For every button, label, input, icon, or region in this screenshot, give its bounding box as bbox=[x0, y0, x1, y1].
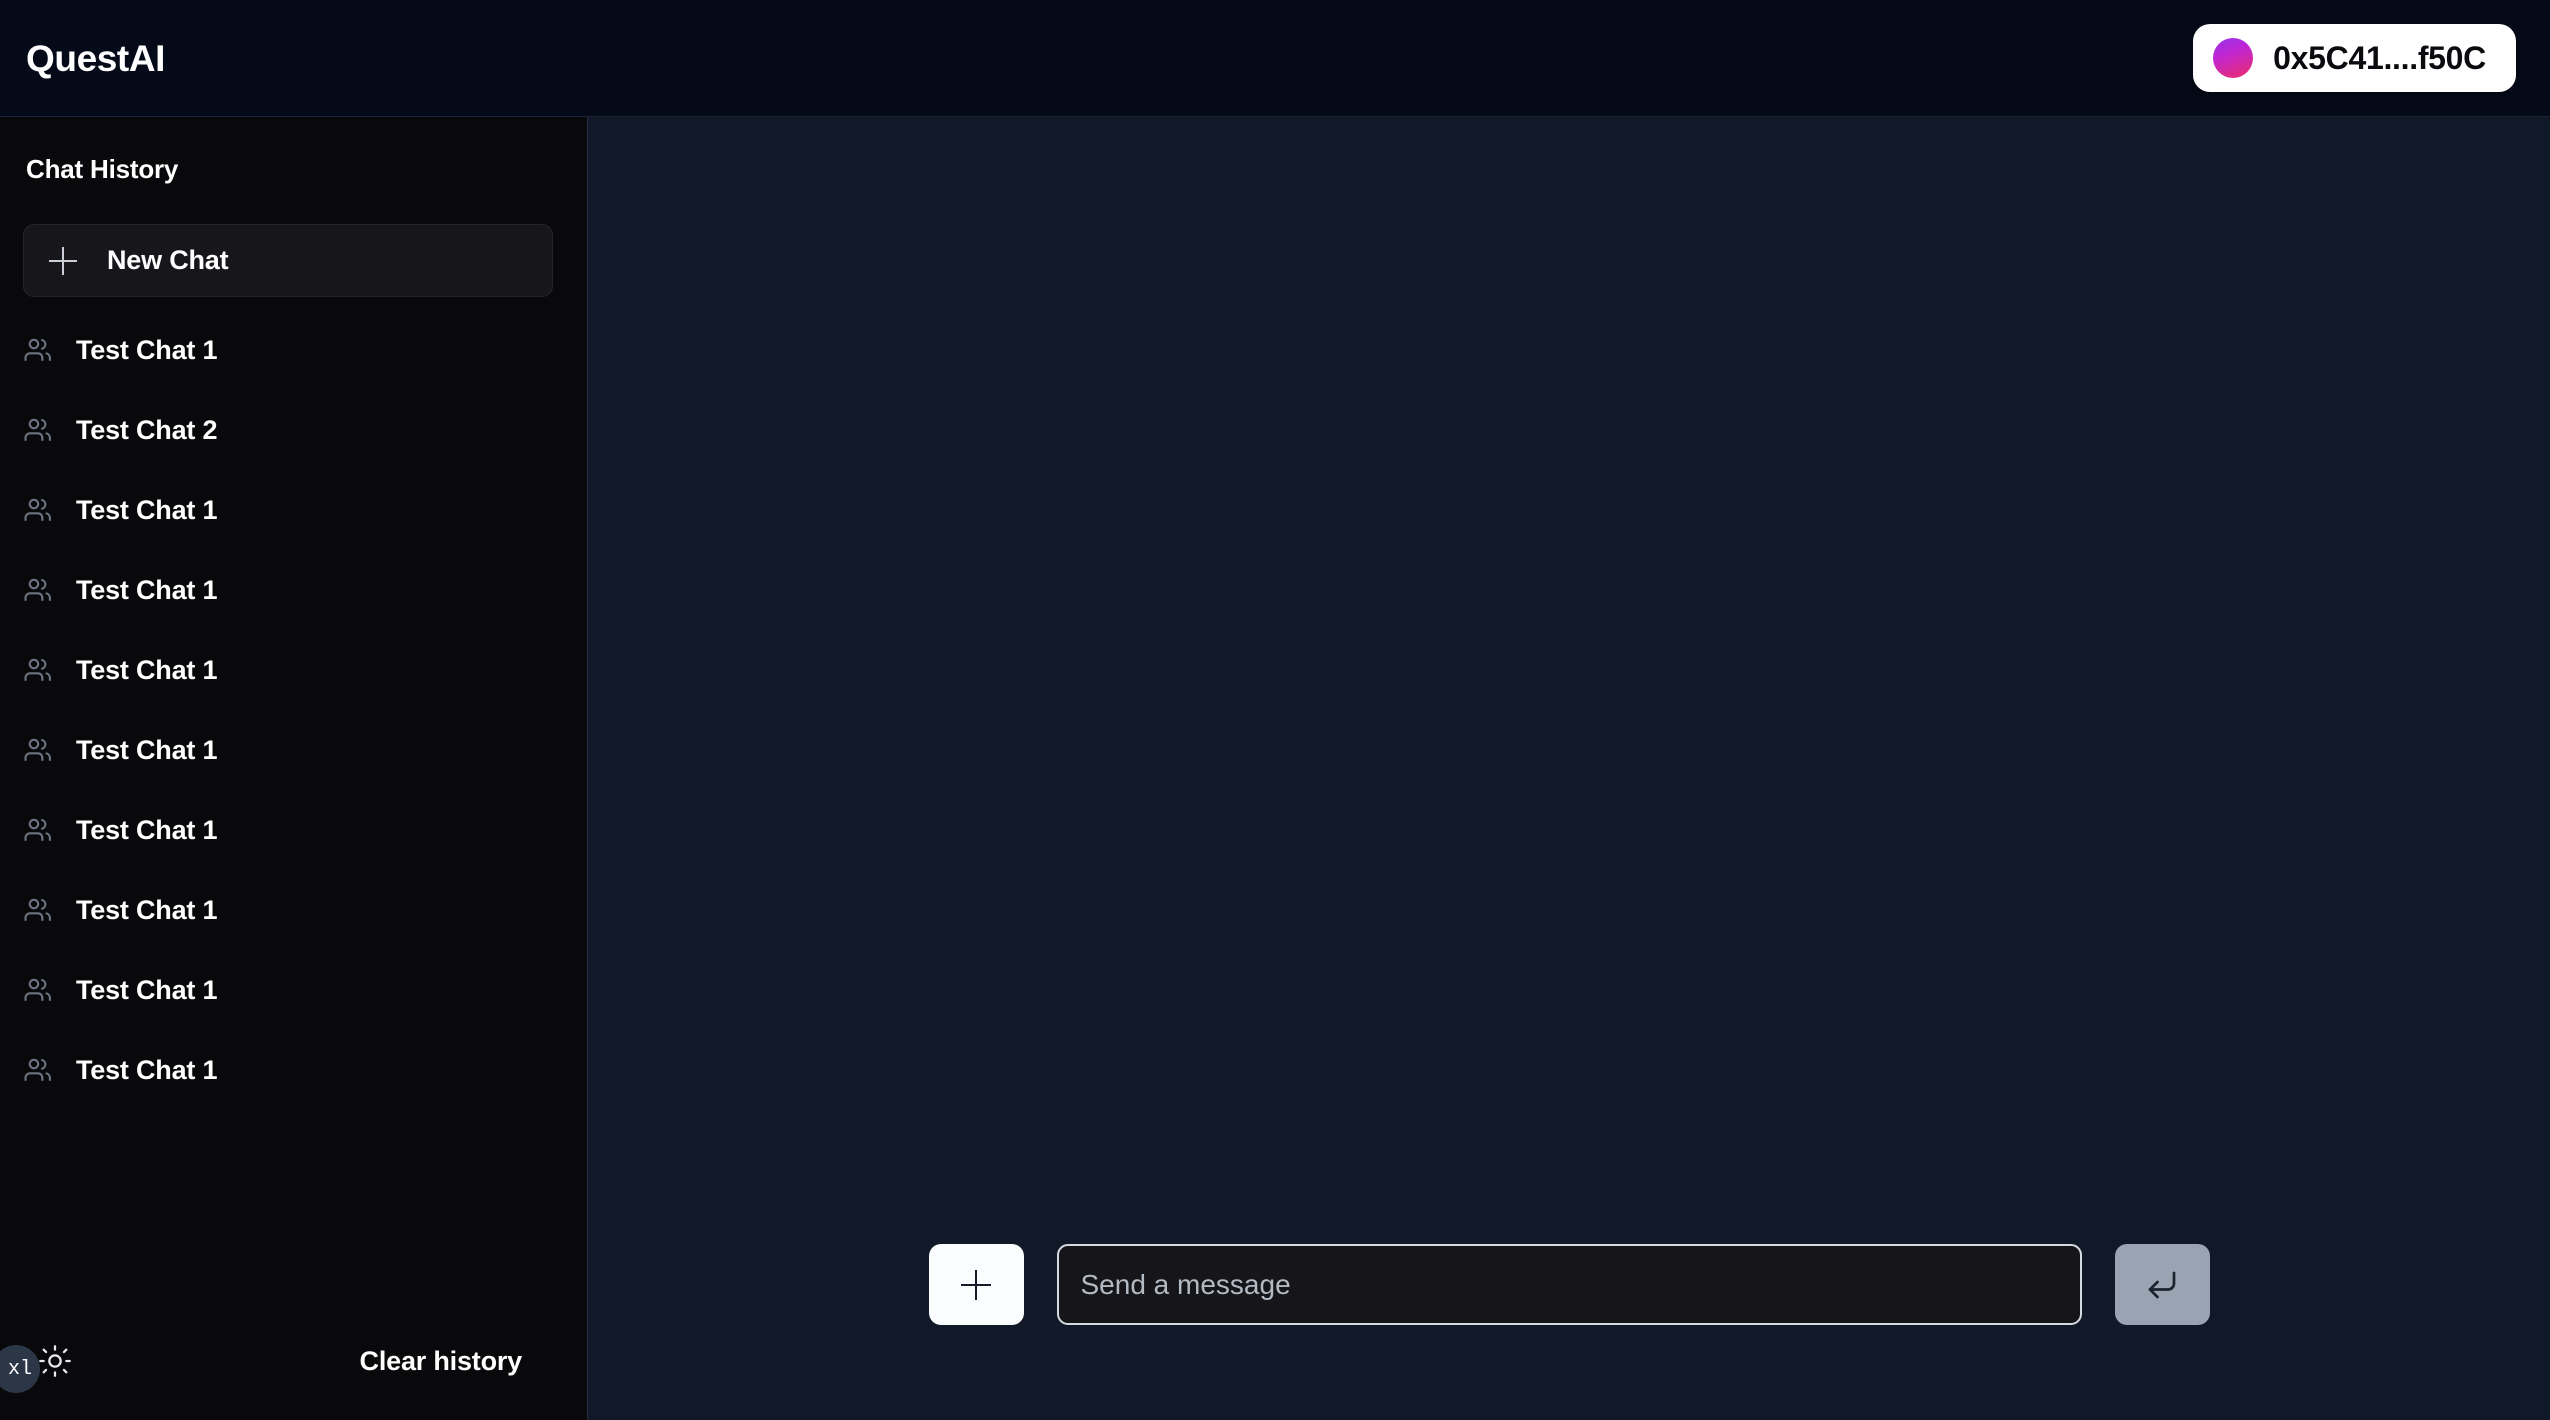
attach-button[interactable] bbox=[928, 1244, 1024, 1325]
chat-history-item[interactable]: Test Chat 1 bbox=[23, 470, 587, 550]
sidebar-heading: Chat History bbox=[26, 154, 179, 184]
chat-history-item-label: Test Chat 1 bbox=[76, 574, 218, 605]
main-panel bbox=[588, 117, 2550, 1420]
chat-history-item-label: Test Chat 1 bbox=[76, 974, 218, 1005]
send-button[interactable] bbox=[2114, 1244, 2210, 1325]
chat-history-item-label: Test Chat 2 bbox=[76, 414, 218, 445]
chat-history-item[interactable]: Test Chat 2 bbox=[23, 390, 587, 470]
chat-history-list: Test Chat 1 Test Chat 2 Test Chat 1 Test Ch… bbox=[0, 310, 587, 1302]
users-icon bbox=[24, 658, 51, 682]
users-icon bbox=[24, 738, 51, 762]
app-header: QuestAI 0x5C41....f50C bbox=[0, 0, 2550, 117]
users-icon bbox=[24, 338, 51, 362]
message-composer bbox=[588, 1244, 2550, 1420]
users-icon bbox=[24, 818, 51, 842]
users-icon bbox=[24, 498, 51, 522]
chat-history-item[interactable]: Test Chat 1 bbox=[23, 310, 587, 390]
chat-history-item-label: Test Chat 1 bbox=[76, 334, 218, 365]
chat-history-item[interactable]: Test Chat 1 bbox=[23, 630, 587, 710]
chat-history-item-label: Test Chat 1 bbox=[76, 814, 218, 845]
wallet-badge[interactable]: 0x5C41....f50C bbox=[2193, 24, 2516, 92]
chat-history-item[interactable]: Test Chat 1 bbox=[23, 710, 587, 790]
new-chat-label: New Chat bbox=[107, 245, 229, 275]
app-body: Chat History New Chat Test Chat 1 Test Ch… bbox=[0, 117, 2550, 1420]
wallet-address-label: 0x5C41....f50C bbox=[2273, 39, 2486, 76]
chat-history-item-label: Test Chat 1 bbox=[76, 654, 218, 685]
chat-history-item-label: Test Chat 1 bbox=[76, 1054, 218, 1085]
users-icon bbox=[24, 418, 51, 442]
chat-history-item[interactable]: Test Chat 1 bbox=[23, 550, 587, 630]
sidebar-footer: Clear history bbox=[0, 1302, 587, 1420]
chat-history-item[interactable]: Test Chat 1 bbox=[23, 950, 587, 1030]
app-brand-title: QuestAI bbox=[26, 37, 166, 79]
plus-icon bbox=[49, 246, 77, 275]
chat-history-item-label: Test Chat 1 bbox=[76, 494, 218, 525]
enter-arrow-icon bbox=[2148, 1271, 2176, 1298]
wallet-avatar-icon bbox=[2213, 38, 2254, 78]
clear-history-button[interactable]: Clear history bbox=[360, 1346, 523, 1377]
app-root: QuestAI 0x5C41....f50C Chat History New … bbox=[0, 0, 2550, 1420]
new-chat-button[interactable]: New Chat bbox=[23, 224, 553, 297]
sidebar: Chat History New Chat Test Chat 1 Test Ch… bbox=[0, 117, 588, 1420]
users-icon bbox=[24, 1058, 51, 1082]
chat-history-item-label: Test Chat 1 bbox=[76, 894, 218, 925]
chat-history-item[interactable]: Test Chat 1 bbox=[23, 870, 587, 950]
plus-icon bbox=[961, 1269, 991, 1300]
users-icon bbox=[24, 898, 51, 922]
chat-history-item[interactable]: Test Chat 1 bbox=[23, 790, 587, 870]
users-icon bbox=[24, 578, 51, 602]
message-input[interactable] bbox=[1056, 1244, 2082, 1325]
sun-icon[interactable] bbox=[38, 1344, 72, 1378]
users-icon bbox=[24, 978, 51, 1002]
messages-area bbox=[588, 117, 2550, 1244]
chat-history-item[interactable]: Test Chat 1 bbox=[23, 1030, 587, 1110]
chat-history-item-label: Test Chat 1 bbox=[76, 734, 218, 765]
